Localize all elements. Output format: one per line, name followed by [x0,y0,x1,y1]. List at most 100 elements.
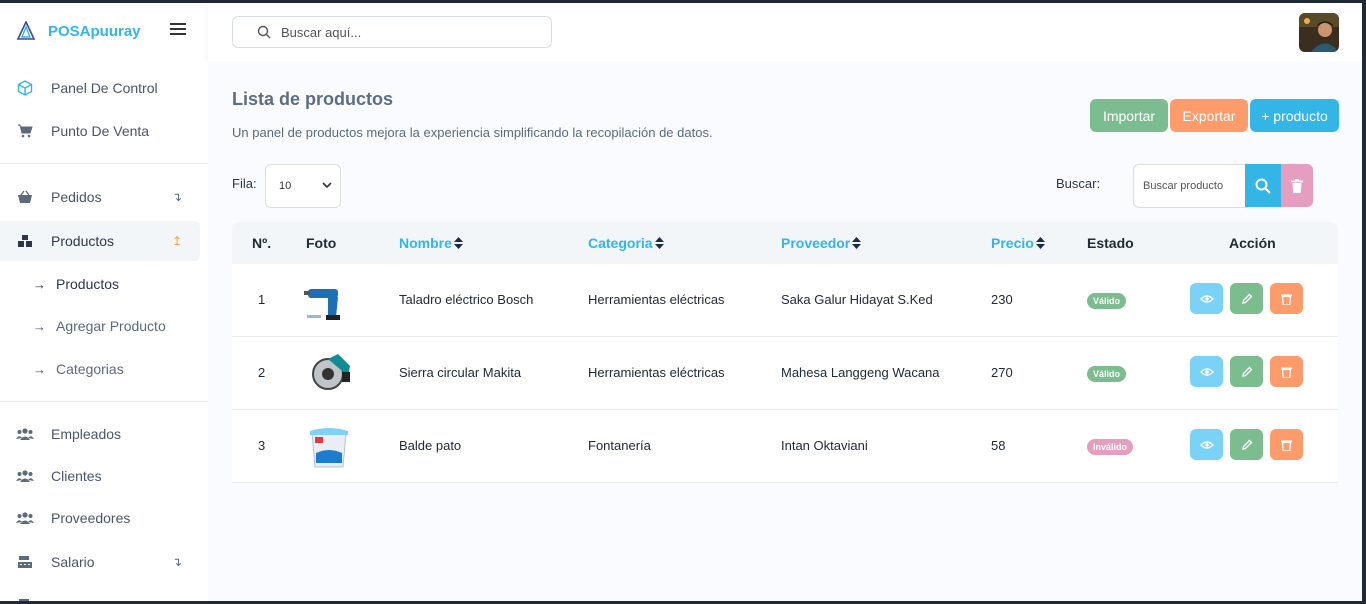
brand[interactable]: POSApuuray [16,19,141,43]
sidebar-item-suppliers[interactable]: Proveedores [0,498,200,538]
product-search-button[interactable] [1245,164,1281,207]
chevron-down-icon [322,182,332,189]
col-price[interactable]: Precio [991,235,1045,251]
pencil-icon [1241,439,1252,450]
col-name-label: Nombre [399,235,452,251]
sidebar-item-more[interactable] [0,585,200,601]
sidebar-item-label: Pedidos [51,189,102,205]
sidebar-subitem-products[interactable]: → Productos [0,267,200,301]
sidebar-item-label: Salario [51,554,95,570]
edit-button[interactable] [1230,283,1263,314]
boxes-icon [16,232,34,250]
users-icon [16,509,34,527]
col-category-label: Categoria [588,235,653,251]
sidebar-item-employees[interactable]: Empleados [0,414,200,454]
col-supplier[interactable]: Proveedor [781,235,862,251]
sidebar-subitem-add-product[interactable]: → Agregar Producto [0,309,200,343]
product-category: Fontanería [588,438,651,453]
search-icon [1255,178,1271,194]
sidebar-subitem-label: Categorias [56,361,124,377]
delete-button[interactable] [1270,356,1303,387]
arrow-right-icon: → [33,318,46,334]
arrow-right-icon: → [33,276,46,292]
sidebar: POSApuuray Panel De Control Punto De Ven… [0,3,208,601]
cart-icon [16,122,34,140]
product-search-input[interactable] [1133,164,1247,208]
product-name: Balde pato [399,438,462,453]
sort-icon [453,237,463,249]
sidebar-item-label: Clientes [51,468,102,484]
collapse-arrow-icon: ↥ [172,234,183,248]
main-content: Lista de productos Un panel de productos… [208,61,1362,601]
users-icon [16,425,34,443]
sidebar-item-label: Proveedores [51,510,131,526]
logo-icon [16,21,36,40]
table-header: Nº. Foto Nombre Categoria Proveedor Prec… [232,222,1338,264]
edit-button[interactable] [1230,356,1263,387]
expand-arrow-icon: ↴ [172,190,183,204]
sidebar-item-customers[interactable]: Clientes [0,456,200,496]
brand-name: POSApuuray [48,22,141,40]
delete-button[interactable] [1270,283,1303,314]
global-search-input[interactable] [281,24,541,40]
trash-icon [1281,440,1292,451]
product-photo [310,428,348,468]
product-name: Taladro eléctrico Bosch [399,292,534,307]
col-photo: Foto [306,235,337,251]
status-badge: Válido [1087,366,1127,382]
sidebar-item-salary[interactable]: Salario ↴ [0,542,200,582]
product-supplier: Intan Oktaviani [781,438,868,453]
sidebar-item-label: Productos [51,233,115,249]
sidebar-subitem-label: Agregar Producto [56,318,166,334]
eye-icon [1199,367,1214,376]
sidebar-item-label: Empleados [51,426,122,442]
sidebar-item-label: Panel De Control [51,80,158,96]
clear-search-button[interactable] [1281,164,1313,207]
export-button[interactable]: Exportar [1170,99,1248,132]
view-button[interactable] [1190,283,1223,314]
view-button[interactable] [1190,356,1223,387]
add-product-button[interactable]: + producto [1250,99,1339,132]
col-number: Nº. [252,235,272,251]
sidebar-subitem-categories[interactable]: → Categorias [0,352,200,386]
table-row: 2 Sierra circular Makita Herramientas el… [232,337,1338,410]
edit-button[interactable] [1230,429,1263,460]
top-header [208,3,1362,61]
sidebar-subitem-label: Productos [56,276,120,292]
search-icon [257,25,271,39]
eye-icon [1199,440,1214,449]
eye-icon [1199,294,1214,303]
sidebar-item-products[interactable]: Productos ↥ [0,221,200,261]
expand-arrow-icon: ↴ [172,555,183,569]
sort-icon [654,237,664,249]
product-photo [312,354,350,390]
product-supplier: Saka Galur Hidayat S.Ked [781,292,933,307]
users-icon [16,467,34,485]
product-price: 230 [991,292,1013,307]
row-number: 3 [258,438,266,453]
view-button[interactable] [1190,429,1223,460]
col-category[interactable]: Categoria [588,235,664,251]
menu-toggle-icon[interactable] [170,23,186,37]
delete-button[interactable] [1270,429,1303,460]
product-name: Sierra circular Makita [399,365,522,380]
trash-icon [1291,178,1303,193]
sidebar-item-orders[interactable]: Pedidos ↴ [0,177,200,217]
avatar[interactable] [1299,13,1339,52]
rows-per-page-select[interactable]: 10 [265,164,341,208]
sidebar-item-dashboard[interactable]: Panel De Control [0,68,200,108]
global-search[interactable] [232,16,552,48]
sidebar-item-pos[interactable]: Punto De Venta [0,111,200,151]
sort-icon [1035,237,1045,249]
trash-icon [1281,294,1292,305]
status-badge: Válido [1087,293,1127,309]
pencil-icon [1241,366,1252,377]
col-status: Estado [1087,235,1134,251]
col-supplier-label: Proveedor [781,235,851,251]
page-subtitle: Un panel de productos mejora la experien… [232,125,713,140]
import-button[interactable]: Importar [1090,99,1168,132]
basket-icon [16,188,34,206]
col-name[interactable]: Nombre [399,235,463,251]
status-badge: Inválido [1087,439,1134,455]
col-price-label: Precio [991,235,1034,251]
